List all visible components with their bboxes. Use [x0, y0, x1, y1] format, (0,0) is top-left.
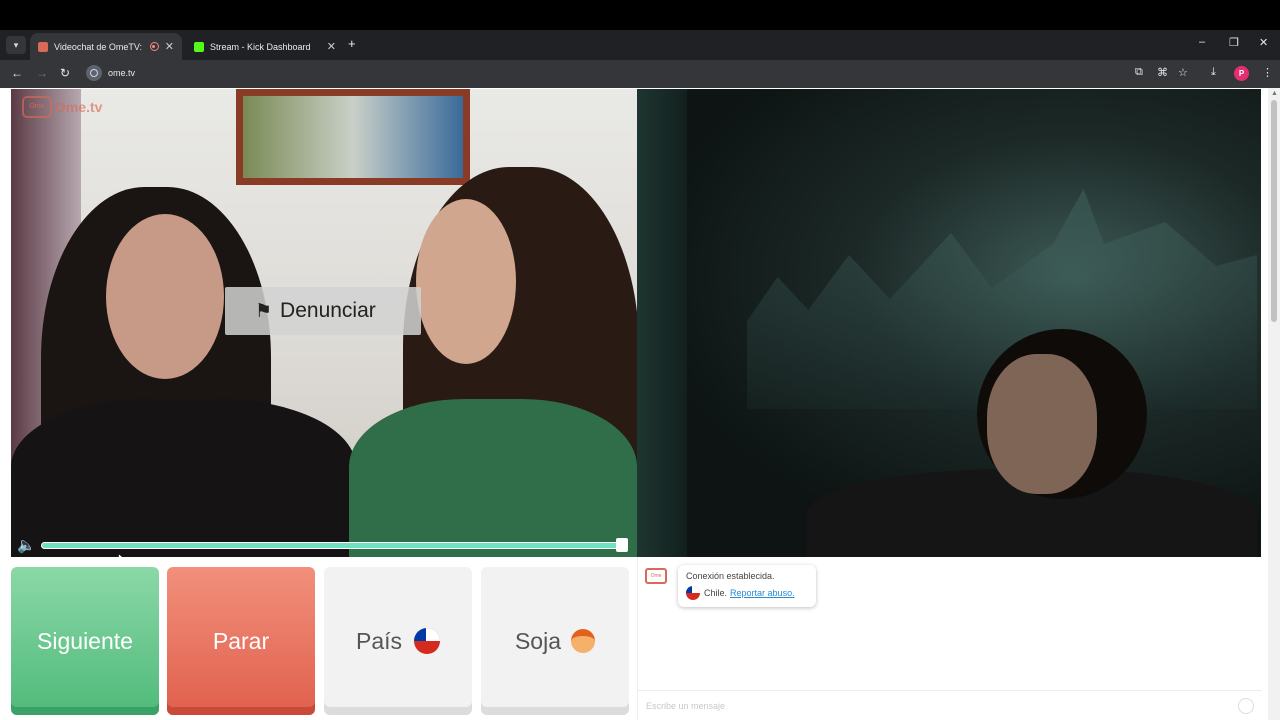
- flag-icon: ⚑: [255, 300, 273, 322]
- ometv-favicon-icon: [38, 41, 48, 52]
- site-info-icon[interactable]: [86, 65, 102, 81]
- logo-text: Ome.tv: [55, 99, 103, 115]
- report-button[interactable]: ⚑ Denunciar: [225, 287, 421, 335]
- tv-logo-icon: Ome: [22, 96, 52, 118]
- close-tab-icon[interactable]: ✕: [327, 40, 336, 53]
- browser-tab-strip: ▾ Videochat de OmeTV: una ✕ Stream - Kic…: [0, 30, 1280, 60]
- screen-top-bar: [0, 0, 1280, 30]
- ometv-logo: Ome Ome.tv: [22, 96, 102, 118]
- download-icon[interactable]: ⤓: [1211, 66, 1216, 79]
- person-face: [106, 214, 224, 379]
- country-button[interactable]: País: [324, 567, 472, 715]
- message-placeholder: Escribe un mensaje: [646, 701, 726, 711]
- scroll-up-icon[interactable]: ▲: [1271, 90, 1278, 97]
- translate-icon[interactable]: ⌘: [1157, 66, 1168, 79]
- background-picture-frame: [236, 89, 470, 185]
- self-video: [637, 89, 1261, 557]
- chat-panel: Ome Conexión establecida. Chile . Report…: [637, 557, 1262, 720]
- emoji-icon[interactable]: [1238, 698, 1254, 714]
- tab-title: Videochat de OmeTV: una: [54, 41, 144, 52]
- profile-avatar[interactable]: P: [1234, 66, 1249, 81]
- browser-toolbar: ← → ↻ ome.tv ⧉ ⌘ ☆ ⤓ P ⋮: [0, 60, 1280, 88]
- chile-flag-icon: [686, 586, 700, 600]
- close-window-icon[interactable]: ✕: [1259, 36, 1268, 49]
- person-body: [11, 399, 356, 557]
- gender-button[interactable]: Soja: [481, 567, 629, 715]
- tab-title: Stream - Kick Dashboard: [210, 41, 311, 52]
- close-tab-icon[interactable]: ✕: [165, 40, 174, 53]
- tab-ometv[interactable]: Videochat de OmeTV: una ✕: [30, 33, 182, 60]
- tab-search-button[interactable]: ▾: [6, 36, 26, 54]
- volume-control: 🔈: [11, 535, 637, 557]
- system-message: Conexión establecida. Chile . Reportar a…: [678, 565, 816, 607]
- person-body: [349, 399, 637, 557]
- next-button[interactable]: Siguiente: [11, 567, 159, 715]
- restore-icon[interactable]: ❐: [1229, 36, 1239, 49]
- page-viewport: Ome Ome.tv ⚑ Denunciar 🔈 Siguiente Parar…: [0, 88, 1280, 720]
- message-input[interactable]: Escribe un mensaje: [638, 690, 1262, 720]
- forward-icon[interactable]: →: [36, 66, 48, 80]
- boy-emoji-icon: [571, 629, 596, 653]
- partner-video: Ome Ome.tv ⚑ Denunciar: [11, 89, 637, 557]
- person-face: [987, 354, 1097, 494]
- scrollbar-thumb[interactable]: [1271, 100, 1277, 322]
- background-curtain: [637, 89, 687, 557]
- separator: .: [724, 588, 728, 598]
- stop-label: Parar: [212, 627, 270, 654]
- tab-kick-dashboard[interactable]: Stream - Kick Dashboard ✕: [186, 33, 344, 60]
- reload-icon[interactable]: ↻: [60, 66, 70, 80]
- back-icon[interactable]: ←: [11, 66, 23, 80]
- person-face: [416, 199, 516, 364]
- speaker-icon[interactable]: 🔈: [17, 536, 36, 554]
- partner-country: Chile: [704, 588, 725, 598]
- new-tab-button[interactable]: +: [348, 36, 356, 51]
- cast-icon[interactable]: ⧉: [1135, 66, 1143, 79]
- address-bar[interactable]: ome.tv: [108, 68, 135, 78]
- page-scrollbar[interactable]: ▲: [1268, 88, 1280, 720]
- chile-flag-icon: [414, 628, 441, 654]
- gender-label: Soja: [514, 627, 562, 654]
- recording-indicator-icon: [149, 42, 159, 51]
- kick-favicon-icon: [194, 41, 204, 52]
- country-label: País: [355, 627, 403, 654]
- menu-kebab-icon[interactable]: ⋮: [1262, 66, 1273, 79]
- volume-slider[interactable]: [41, 542, 623, 549]
- ometv-chat-logo-icon: Ome: [645, 568, 667, 584]
- minimize-icon[interactable]: –: [1199, 36, 1205, 48]
- report-abuse-link[interactable]: Reportar abuso.: [730, 588, 795, 598]
- bookmark-star-icon[interactable]: ☆: [1178, 66, 1188, 79]
- stop-button[interactable]: Parar: [167, 567, 315, 715]
- report-label: Denunciar: [280, 299, 376, 322]
- next-label: Siguiente: [37, 627, 133, 654]
- volume-slider-handle[interactable]: [616, 538, 628, 552]
- connection-status: Conexión establecida.: [686, 571, 775, 581]
